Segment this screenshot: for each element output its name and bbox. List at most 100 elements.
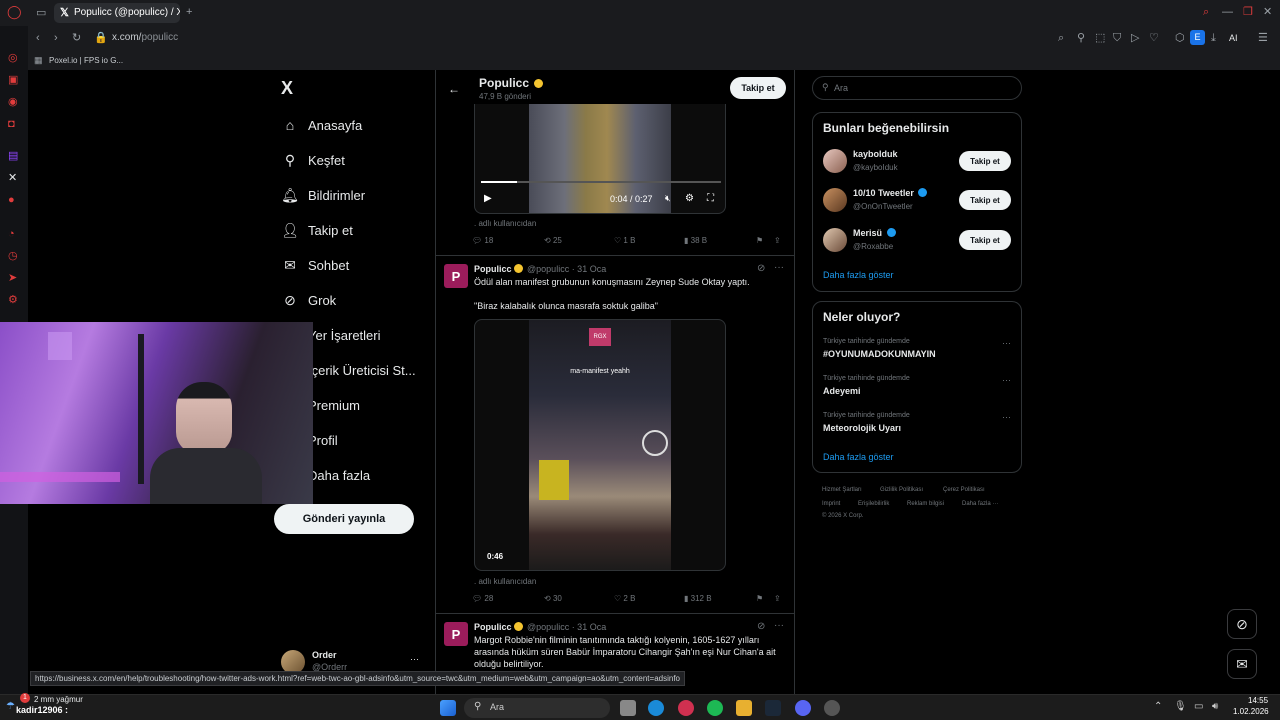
extension-e-icon[interactable]: E	[1190, 30, 1205, 45]
grok-floating-button[interactable]: ⊘	[1227, 609, 1257, 639]
post-button[interactable]: Gönderi yayınla	[274, 504, 414, 534]
tweet-video[interactable]: ▶ 0:04 / 0:27 🔇︎ ⚙ ⛶	[474, 104, 726, 214]
windows-start-icon[interactable]	[440, 700, 456, 716]
play-icon[interactable]: ▶	[484, 193, 492, 204]
tweet-more-icon[interactable]: ···	[774, 620, 784, 631]
history-icon[interactable]: ◷	[8, 250, 18, 262]
nav-notifications[interactable]: 🔔︎ Bildirimler	[280, 183, 365, 207]
pin-icon[interactable]: ⚲	[1077, 32, 1085, 44]
weather-icon[interactable]: ☂	[6, 701, 15, 712]
reply-icon[interactable]: 💬︎ 18	[472, 236, 493, 245]
footer-link[interactable]: Erişilebilirlik	[858, 501, 889, 507]
url-field[interactable]: x.com/populicc	[112, 32, 178, 43]
like-icon[interactable]: ♡ 2 B	[614, 594, 635, 603]
grok-tweet-icon[interactable]: ⊘	[757, 621, 765, 632]
discord-icon[interactable]	[795, 700, 811, 716]
bookmark-tweet-icon[interactable]: ⚑	[756, 236, 763, 245]
header-follow-button[interactable]: Takip et	[730, 77, 786, 99]
follow-button[interactable]: Takip et	[959, 230, 1011, 250]
tweet-avatar[interactable]: P	[444, 622, 468, 646]
microphone-icon[interactable]: 🎙︎	[1174, 701, 1187, 712]
nav-chat[interactable]: ✉ Sohbet	[280, 253, 349, 277]
clock-time[interactable]: 14:55	[1248, 696, 1268, 705]
tray-chevron-icon[interactable]: ⌃	[1154, 701, 1162, 712]
nav-home[interactable]: ⌂ Anasayfa	[280, 113, 362, 137]
send-icon[interactable]: ➤	[8, 272, 17, 284]
trend-more-icon[interactable]: ···	[1002, 412, 1011, 422]
task-view-icon[interactable]	[620, 700, 636, 716]
footer-link[interactable]: Hizmet Şartları	[822, 487, 862, 493]
follow-button[interactable]: Takip et	[959, 190, 1011, 210]
suggestion-name[interactable]: kaybolduk	[853, 149, 898, 159]
aria-icon[interactable]: ◎	[8, 52, 18, 64]
views-icon[interactable]: ▮ 38 B	[684, 236, 707, 245]
account-more-icon[interactable]: ···	[410, 654, 419, 664]
tweet-video[interactable]: RGX ma-manifest yeahh 0:46	[474, 319, 726, 571]
grok-tweet-icon[interactable]: ⊘	[757, 263, 765, 274]
opera-icon[interactable]	[678, 700, 694, 716]
show-more-link[interactable]: Daha fazla göster	[823, 270, 894, 280]
show-more-link[interactable]: Daha fazla göster	[823, 452, 894, 462]
snapshot-icon[interactable]: ⬚	[1095, 32, 1105, 44]
footer-link[interactable]: Çerez Politikası	[943, 487, 985, 493]
nav-follow[interactable]: 👤︎ Takip et	[280, 218, 353, 242]
trend-more-icon[interactable]: ···	[1002, 375, 1011, 385]
messages-floating-button[interactable]: ✉	[1227, 649, 1257, 679]
player-icon[interactable]: ◔	[8, 228, 15, 240]
trend-more-icon[interactable]: ···	[1002, 338, 1011, 348]
new-tab-button[interactable]: +	[186, 6, 192, 18]
fullscreen-icon[interactable]: ⛶	[707, 193, 714, 204]
forward-icon[interactable]: ›	[54, 32, 58, 44]
mute-icon[interactable]: 🔇︎	[665, 193, 671, 204]
tweet-avatar[interactable]: P	[444, 264, 468, 288]
back-arrow-icon[interactable]: ←	[448, 82, 460, 96]
repost-icon[interactable]: ⟲ 25	[544, 236, 562, 245]
footer-link[interactable]: Daha fazla ···	[962, 501, 998, 507]
close-window-icon[interactable]: ✕	[1263, 6, 1272, 18]
discord-icon[interactable]: ●	[8, 194, 15, 206]
instagram-icon[interactable]: ◘	[8, 118, 15, 130]
shield-icon[interactable]: ⛉	[1113, 32, 1121, 44]
play-icon[interactable]: ▷	[1131, 32, 1139, 44]
bookmark-tweet-icon[interactable]: ⚑	[756, 594, 763, 603]
maximize-icon[interactable]: ❐	[1243, 6, 1253, 18]
steam-icon[interactable]	[765, 700, 781, 716]
bookmark-poxel[interactable]: Poxel.io | FPS io G...	[49, 55, 123, 67]
settings-icon[interactable]: ⚙	[8, 294, 18, 306]
suggestion-name[interactable]: Merisü	[853, 228, 898, 238]
reply-icon[interactable]: 💬︎ 28	[472, 594, 493, 603]
tweet-author[interactable]: Populicc	[474, 264, 512, 274]
messenger-icon[interactable]: ◉	[8, 96, 18, 108]
x-sidebar-icon[interactable]: ✕	[8, 172, 17, 184]
tweet-author[interactable]: Populicc	[474, 622, 512, 632]
x-logo-icon[interactable]: X	[281, 78, 293, 99]
tweet-more-icon[interactable]: ···	[774, 262, 784, 273]
search-input[interactable]: ⚲ Ara	[812, 76, 1022, 100]
twitch-icon[interactable]: ▤	[8, 150, 18, 162]
search-tabs-icon[interactable]: ⌕	[1203, 6, 1209, 18]
suggestion-name[interactable]: 10/10 Tweetler	[853, 188, 929, 198]
footer-link[interactable]: Gizlilik Politikası	[880, 487, 923, 493]
obs-icon[interactable]	[824, 700, 840, 716]
heart-icon[interactable]: ♡	[1149, 32, 1159, 44]
tab-manager-icon[interactable]: ▭	[36, 7, 46, 19]
trend-item[interactable]: Meteorolojik Uyarı	[823, 423, 901, 433]
avatar[interactable]	[823, 149, 847, 173]
download-icon[interactable]: ⤓	[1211, 32, 1216, 44]
nav-explore[interactable]: ⚲ Keşfet	[280, 148, 345, 172]
crypto-wallet-icon[interactable]: ▣	[8, 74, 18, 86]
minimize-icon[interactable]: —	[1222, 6, 1233, 18]
footer-link[interactable]: Reklam bilgisi	[907, 501, 944, 507]
avatar[interactable]	[823, 228, 847, 252]
share-icon[interactable]: ⇪	[774, 594, 781, 603]
zoom-icon[interactable]: ⌕	[1058, 32, 1064, 44]
footer-link[interactable]: Imprint	[822, 501, 840, 507]
edge-icon[interactable]	[648, 700, 664, 716]
clock-date[interactable]: 1.02.2026	[1233, 707, 1269, 716]
ai-button[interactable]: AI	[1229, 32, 1238, 44]
spotify-icon[interactable]	[707, 700, 723, 716]
video-settings-icon[interactable]: ⚙	[685, 193, 694, 204]
extensions-icon[interactable]: ⬡	[1175, 32, 1185, 44]
trend-item[interactable]: Adeyemi	[823, 386, 861, 396]
trend-item[interactable]: #OYUNUMADOKUNMAYIN	[823, 349, 936, 359]
